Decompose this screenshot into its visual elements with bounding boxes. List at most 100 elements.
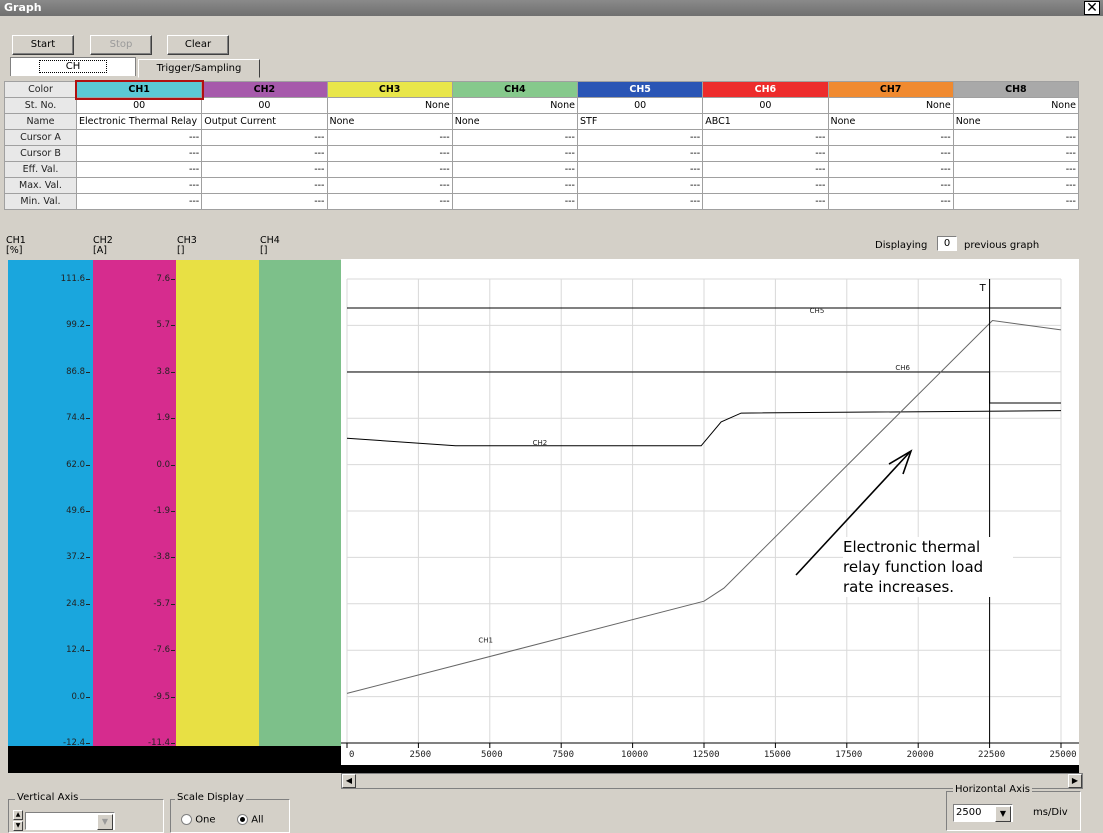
ch1-tick-label: 86.8 [45, 367, 90, 377]
channel-color-cell[interactable]: CH4 [451, 81, 579, 98]
value-cell: --- [451, 129, 579, 146]
axis-header-ch3-unit: [] [177, 245, 185, 256]
channel-name-cell[interactable]: Electronic Thermal Relay [75, 113, 203, 130]
channel-table: Color CH1 CH2 CH3 CH4 CH5 CH6 CH7 CH8 St. No. 00 00… [4, 79, 1080, 210]
channel-color-cell[interactable]: CH6 [702, 81, 829, 98]
scroll-right-icon[interactable]: ▶ [1068, 774, 1082, 788]
scale-display-label: Scale Display [175, 792, 246, 803]
horizontal-axis-select[interactable]: 2500 ▼ [953, 804, 1013, 822]
cursor-label: T [979, 283, 987, 294]
tab-trigger-sampling[interactable]: Trigger/Sampling [138, 59, 260, 78]
ch2-tick-label: -5.7 [130, 599, 175, 609]
series-ch2-label: CH2 [533, 439, 548, 447]
value-cell: --- [326, 145, 453, 162]
x-tick-label: 7500 [552, 750, 574, 760]
horizontal-axis-unit: ms/Div [1033, 807, 1068, 818]
x-tick-label: 0 [349, 750, 354, 760]
channel-color-cell[interactable]: CH1 [74, 79, 204, 100]
vertical-axis-label: Vertical Axis [15, 792, 81, 803]
radio-all-icon [237, 814, 248, 825]
annotation-line-3: rate increases. [843, 578, 955, 596]
value-cell: --- [576, 193, 704, 210]
value-cell: --- [451, 161, 579, 178]
line-chart: 0 2500 5000 7500 10000 12500 15000 17500 20000 22… [341, 278, 1079, 773]
station-number-cell[interactable]: None [952, 97, 1080, 114]
value-cell: --- [702, 161, 829, 178]
axis-header-ch2-unit: [A] [93, 245, 107, 256]
ch1-tick-label: 99.2 [45, 320, 90, 330]
station-number-cell[interactable]: 00 [576, 97, 704, 114]
chevron-down-icon[interactable]: ▼ [97, 814, 113, 830]
scale-display-all-label: All [251, 814, 264, 826]
ch1-tick-label: 62.0 [45, 460, 90, 470]
annotation-line-1: Electronic thermal [843, 538, 981, 556]
channel-color-cell[interactable]: CH2 [201, 81, 328, 98]
channel-name-cell[interactable]: None [326, 113, 453, 130]
station-number-cell[interactable]: 00 [702, 97, 829, 114]
displaying-count-field[interactable]: 0 [937, 236, 957, 251]
station-number-cell[interactable]: None [827, 97, 954, 114]
value-cell: --- [702, 193, 829, 210]
station-number-cell[interactable]: 00 [201, 97, 328, 114]
spin-up-icon[interactable]: ▲ [13, 810, 23, 820]
plot-area[interactable]: 0 2500 5000 7500 10000 12500 15000 17500 20000 22… [341, 259, 1079, 773]
ch2-tick-label: 1.9 [130, 413, 175, 423]
ch1-tick-label: 24.8 [45, 599, 90, 609]
value-cell: --- [451, 177, 579, 194]
station-number-cell[interactable]: None [451, 97, 579, 114]
axis-header-ch1: CH1 [%] [6, 236, 26, 256]
value-cell: --- [75, 145, 203, 162]
x-tick-label: 12500 [692, 750, 719, 760]
channel-name-cell[interactable]: Output Current [201, 113, 328, 130]
channel-name-cell[interactable]: None [952, 113, 1080, 130]
vertical-axis-select[interactable]: ▼ [25, 812, 115, 830]
value-cell: --- [576, 129, 704, 146]
x-tick-label: 5000 [481, 750, 503, 760]
value-cell: --- [952, 145, 1080, 162]
value-cell: --- [576, 177, 704, 194]
scroll-left-icon[interactable]: ◀ [342, 774, 356, 788]
row-header: Cursor B [4, 145, 77, 162]
axis-header-ch2: CH2 [A] [93, 236, 113, 256]
row-header: Name [4, 113, 77, 130]
ch2-tick-label: -1.9 [130, 506, 175, 516]
scale-display-all-radio[interactable]: All [237, 814, 264, 826]
spin-down-icon[interactable]: ▼ [13, 821, 23, 831]
tab-ch[interactable]: CH [10, 57, 136, 76]
channel-name-cell[interactable]: ABC1 [702, 113, 829, 130]
row-header: Eff. Val. [4, 161, 77, 178]
clear-button[interactable]: Clear [167, 35, 229, 55]
channel-name-cell[interactable]: None [827, 113, 954, 130]
channel-color-cell[interactable]: CH3 [326, 81, 453, 98]
table-row: Max. Val. --- --- --- --- --- --- --- --- [4, 177, 1080, 194]
start-button[interactable]: Start [12, 35, 74, 55]
channel-name-cell[interactable]: None [451, 113, 579, 130]
channel-color-cell[interactable]: CH7 [827, 81, 954, 98]
table-row: Cursor A --- --- --- --- --- --- --- --- [4, 129, 1080, 146]
annotation-line-2: relay function load [843, 558, 984, 576]
ch2-tick-label: -3.8 [130, 552, 175, 562]
value-cell: --- [326, 129, 453, 146]
scale-display-one-label: One [195, 814, 216, 826]
ch2-tick-label: 5.7 [130, 320, 175, 330]
value-cell: --- [201, 145, 328, 162]
channel-color-cell[interactable]: CH8 [952, 81, 1080, 98]
value-cell: --- [201, 161, 328, 178]
channel-name-cell[interactable]: STF [576, 113, 704, 130]
radio-one-icon [181, 814, 192, 825]
close-icon[interactable]: ✕ [1084, 1, 1100, 15]
station-number-cell[interactable]: 00 [75, 97, 203, 114]
value-cell: --- [576, 161, 704, 178]
scale-display-one-radio[interactable]: One [181, 814, 216, 826]
ch3-scale-strip [176, 260, 259, 746]
ch1-tick-label: 74.4 [45, 413, 90, 423]
channel-color-cell[interactable]: CH5 [576, 81, 704, 98]
chevron-down-icon[interactable]: ▼ [995, 806, 1011, 822]
value-cell: --- [326, 177, 453, 194]
value-cell: --- [451, 145, 579, 162]
window-title: Graph [0, 0, 1103, 16]
ch1-tick-label: 111.6 [45, 274, 90, 284]
station-number-cell[interactable]: None [326, 97, 453, 114]
stop-button[interactable]: Stop [90, 35, 152, 55]
ch2-tick-label: 3.8 [130, 367, 175, 377]
